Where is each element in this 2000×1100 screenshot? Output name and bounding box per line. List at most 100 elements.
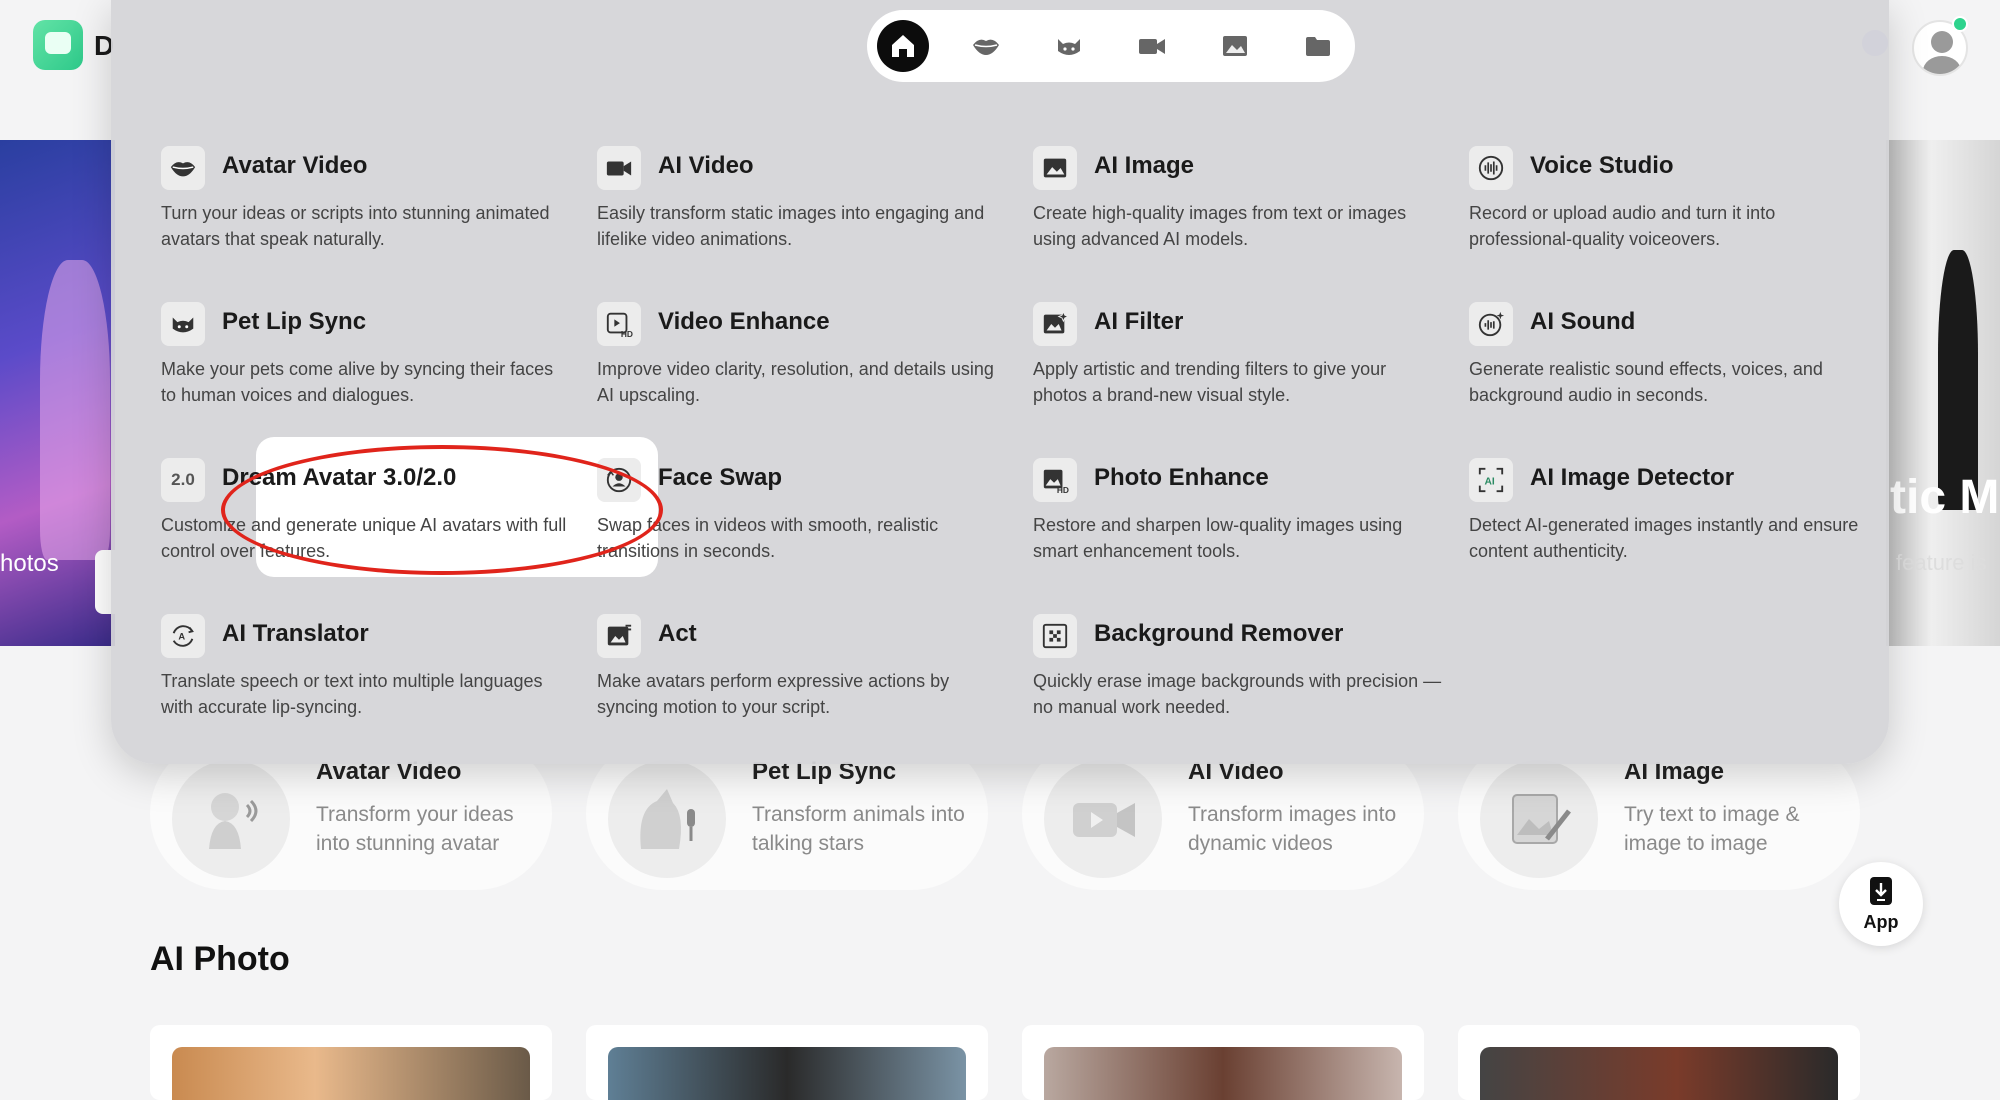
tool-title: Voice Studio [1530, 152, 1674, 179]
checker-image-icon [1033, 614, 1077, 658]
photo-thumbnail [172, 1047, 530, 1100]
feature-card-desc: Transform your ideas into stunning avata… [316, 803, 514, 855]
tool-photo-enhance[interactable]: HD Photo Enhance Restore and sharpen low… [1033, 458, 1453, 598]
app-logo[interactable] [33, 20, 83, 70]
tool-ai-filter[interactable]: AI Filter Apply artistic and trending fi… [1033, 302, 1453, 442]
cat-icon [1058, 39, 1080, 55]
cat-icon [161, 302, 205, 346]
tools-mega-menu: Avatar Video Turn your ideas or scripts … [111, 0, 1889, 764]
tool-desc: Swap faces in videos with smooth, realis… [597, 515, 939, 561]
nav-video[interactable] [1126, 20, 1178, 72]
tool-title: Face Swap [658, 464, 783, 491]
hd-image-icon: HD [1033, 458, 1077, 502]
tool-ai-sound[interactable]: AI Sound Generate realistic sound effect… [1469, 302, 1889, 442]
nav-pet[interactable] [1043, 20, 1095, 72]
hero-caption-left: hotos [0, 550, 59, 577]
tool-avatar-video[interactable]: Avatar Video Turn your ideas or scripts … [161, 146, 581, 286]
tool-title: Photo Enhance [1094, 464, 1269, 491]
sparkle-sound-icon [1469, 302, 1513, 346]
speaking-head-icon [172, 760, 290, 878]
ai-scan-icon: AI [1469, 458, 1513, 502]
photo-card[interactable] [150, 1025, 552, 1100]
tool-title: AI Video [658, 152, 754, 179]
feature-card-desc: Transform images into dynamic videos [1188, 803, 1397, 855]
tool-desc: Generate realistic sound effects, voices… [1469, 359, 1823, 405]
tool-title: Background Remover [1094, 620, 1344, 647]
photo-card[interactable] [1458, 1025, 1860, 1100]
svg-text:HD: HD [621, 329, 633, 338]
tool-desc: Make avatars perform expressive actions … [597, 671, 950, 717]
translate-icon: A [161, 614, 205, 658]
tool-ai-image[interactable]: AI Image Create high-quality images from… [1033, 146, 1453, 286]
tool-title: Dream Avatar 3.0/2.0 [222, 464, 457, 491]
image-icon [1033, 146, 1077, 190]
tool-title: AI Translator [222, 620, 369, 647]
dog-microphone-icon [608, 760, 726, 878]
tool-desc: Apply artistic and trending filters to g… [1033, 359, 1387, 405]
tool-title: Avatar Video [222, 152, 368, 179]
tool-title: AI Image [1094, 152, 1195, 179]
photo-card[interactable] [1022, 1025, 1424, 1100]
tool-title: AI Sound [1530, 308, 1636, 335]
photo-thumbnail [608, 1047, 966, 1100]
online-status-dot [1952, 16, 1968, 32]
tool-ai-translator[interactable]: A AI Translator Translate speech or text… [161, 614, 581, 754]
video-camera-icon [1139, 39, 1165, 54]
tool-voice-studio[interactable]: Voice Studio Record or upload audio and … [1469, 146, 1889, 286]
svg-text:A: A [178, 632, 185, 642]
tool-desc: Record or upload audio and turn it into … [1469, 203, 1776, 249]
feature-card-desc: Transform animals into talking stars [752, 803, 965, 855]
phone-download-icon [1870, 877, 1892, 905]
sound-wave-icon [1469, 146, 1513, 190]
nav-image[interactable] [1209, 20, 1261, 72]
tool-ai-video[interactable]: AI Video Easily transform static images … [597, 146, 1017, 286]
feature-card-desc: Try text to image & image to image [1624, 803, 1800, 855]
tool-desc: Restore and sharpen low-quality images u… [1033, 515, 1403, 561]
nav-files[interactable] [1292, 20, 1344, 72]
version-badge: 2.0 [171, 470, 195, 489]
app-button-label: App [1863, 912, 1899, 932]
section-title-ai-photo: AI Photo [150, 940, 290, 978]
sparkle-image-icon [1033, 302, 1077, 346]
tool-title: AI Image Detector [1530, 464, 1735, 491]
folder-icon [1306, 37, 1330, 56]
tool-act[interactable]: Act Make avatars perform expressive acti… [597, 614, 1017, 754]
svg-text:HD: HD [1057, 485, 1069, 494]
tool-desc: Make your pets come alive by syncing the… [161, 359, 554, 405]
photo-thumbnail [1480, 1047, 1838, 1100]
tool-video-enhance[interactable]: HD Video Enhance Improve video clarity, … [597, 302, 1017, 442]
tool-desc: Easily transform static images into enga… [597, 203, 985, 249]
tool-desc: Improve video clarity, resolution, and d… [597, 359, 994, 405]
video-camera-icon [1044, 760, 1162, 878]
tool-title: Act [658, 620, 697, 647]
motion-image-icon [597, 614, 641, 658]
hero-subtitle-right: feature is [1896, 550, 1987, 575]
video-camera-icon [597, 146, 641, 190]
version-badge-icon: 2.0 [161, 458, 205, 502]
photo-card[interactable] [586, 1025, 988, 1100]
home-icon [892, 35, 914, 57]
tool-desc: Turn your ideas or scripts into stunning… [161, 203, 550, 249]
tool-desc: Customize and generate unique AI avatars… [161, 515, 567, 561]
photo-thumbnail [1044, 1047, 1402, 1100]
nav-avatar-video[interactable] [960, 20, 1012, 72]
nav-home[interactable] [877, 20, 929, 72]
image-pencil-icon [1480, 760, 1598, 878]
tool-face-swap[interactable]: Face Swap Swap faces in videos with smoo… [597, 458, 1017, 598]
lips-icon [973, 39, 999, 55]
tool-pet-lip-sync[interactable]: Pet Lip Sync Make your pets come alive b… [161, 302, 581, 442]
tool-desc: Translate speech or text into multiple l… [161, 671, 543, 717]
tool-dream-avatar[interactable]: 2.0 Dream Avatar 3.0/2.0 Customize and g… [161, 458, 581, 598]
svg-text:AI: AI [1484, 477, 1494, 488]
hero-title-right: tic M [1890, 471, 2000, 524]
face-swap-icon [597, 458, 641, 502]
lips-icon [161, 146, 205, 190]
category-nav [867, 10, 1355, 82]
tool-title: Pet Lip Sync [222, 308, 367, 335]
tool-title: AI Filter [1094, 308, 1184, 335]
hd-video-icon: HD [597, 302, 641, 346]
photo-card-row [150, 1025, 1860, 1100]
app-download-button[interactable]: App [1839, 862, 1923, 946]
tool-ai-image-detector[interactable]: AI AI Image Detector Detect AI-generated… [1469, 458, 1889, 598]
tool-background-remover[interactable]: Background Remover Quickly erase image b… [1033, 614, 1453, 754]
